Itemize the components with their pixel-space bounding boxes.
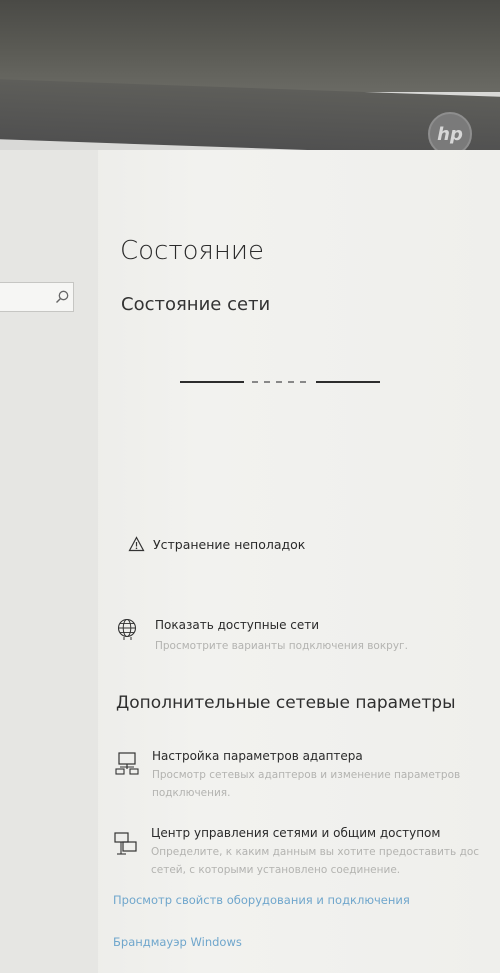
connection-line-right xyxy=(316,381,380,383)
connection-line-left xyxy=(180,381,244,383)
hardware-properties-link[interactable]: Просмотр свойств оборудования и подключе… xyxy=(113,893,410,907)
monitor-bezel-top xyxy=(0,0,500,92)
adapter-settings-label: Настройка параметров адаптера xyxy=(152,749,363,763)
connection-line-dashed xyxy=(252,381,310,383)
hp-logo-text: hp xyxy=(437,123,463,145)
warning-triangle-icon xyxy=(128,536,145,552)
network-sharing-icon xyxy=(114,832,137,855)
windows-firewall-link[interactable]: Брандмауэр Windows xyxy=(113,935,242,949)
network-sharing-center-description: Определите, к каким данным вы хотите пре… xyxy=(151,846,480,858)
adapter-settings-description: Просмотр сетевых адаптеров и изменение п… xyxy=(152,769,461,781)
sidebar xyxy=(0,150,98,973)
page-title: Состояние xyxy=(120,236,265,266)
show-networks-description: Просмотрите варианты подключения вокруг. xyxy=(155,640,408,652)
network-status-heading: Состояние сети xyxy=(121,294,271,315)
globe-icon xyxy=(117,618,137,640)
adapter-settings-description-cont: подключения. xyxy=(152,787,231,799)
network-sharing-center-description-cont: сетей, с которыми установлено соединение… xyxy=(151,864,401,876)
search-icon[interactable] xyxy=(54,289,70,305)
troubleshoot-label: Устранение неполадок xyxy=(153,537,306,552)
network-adapter-icon xyxy=(115,752,139,775)
network-sharing-center-label: Центр управления сетями и общим доступом xyxy=(151,826,441,840)
show-networks-label: Показать доступные сети xyxy=(155,618,320,632)
advanced-settings-heading: Дополнительные сетевые параметры xyxy=(116,693,456,713)
